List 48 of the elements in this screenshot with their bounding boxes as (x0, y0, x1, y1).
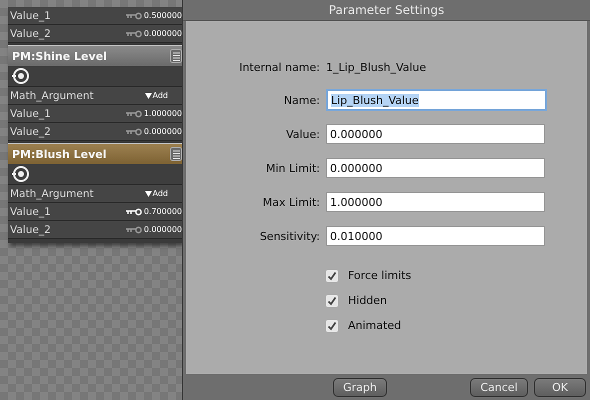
parameter-value[interactable]: 1.000000 (144, 109, 182, 118)
input-field[interactable]: 1.000000 (326, 192, 545, 212)
menu-icon[interactable] (170, 49, 182, 63)
caret-icon (144, 191, 152, 197)
dialog-button[interactable]: OK (534, 378, 586, 396)
field-label: Name: (282, 94, 321, 106)
field-label: Max Limit: (262, 196, 321, 208)
internal-name-value: 1_Lip_Blush_Value (326, 60, 426, 74)
target-icon[interactable] (11, 165, 29, 183)
operation-dropdown[interactable]: Add (144, 91, 168, 100)
caret-icon (144, 93, 152, 99)
parameter-value[interactable]: 0.000000 (144, 225, 182, 234)
parameter-label: Value_2 (10, 224, 52, 236)
node-header[interactable]: PM:Blush Level (8, 143, 182, 164)
operation-dropdown[interactable]: Add (144, 189, 168, 198)
target-icon[interactable] (11, 67, 29, 85)
parameter-label: Value_2 (10, 28, 52, 40)
field-label: Internal name: (238, 60, 321, 74)
parameter-label: Value_1 (10, 108, 52, 120)
parameter-value[interactable]: 0.000000 (144, 29, 182, 38)
parameter-label: Value_1 (10, 10, 52, 22)
parameter-value[interactable]: 0.500000 (144, 11, 182, 20)
node-title: PM:Blush Level (12, 148, 106, 160)
parameter-value[interactable]: 0.700000 (144, 207, 182, 216)
input-field[interactable]: Lip_Blush_Value (326, 89, 547, 111)
input-field[interactable]: 0.000000 (326, 124, 545, 144)
key-icon[interactable] (126, 208, 142, 216)
dialog-button[interactable]: Cancel (470, 378, 528, 396)
checkbox-label: Hidden (348, 294, 388, 307)
checkbox-label: Animated (348, 319, 402, 332)
input-field[interactable]: 0.010000 (326, 226, 545, 246)
node-title: PM:Shine Level (12, 50, 107, 62)
parameter-label: Math_Argument (10, 188, 95, 200)
parameter-label: Value_2 (10, 126, 52, 138)
checkbox[interactable] (326, 270, 338, 282)
field-label: Value: (285, 128, 321, 140)
field-label: Sensitivity: (258, 230, 321, 242)
node-header[interactable]: PM:Shine Level (8, 45, 182, 66)
field-label: Min Limit: (265, 162, 321, 174)
checkbox-label: Force limits (348, 269, 412, 282)
dialog-button[interactable]: Graph (333, 378, 387, 396)
input-field[interactable]: 0.000000 (326, 158, 545, 178)
parameter-label: Value_1 (10, 206, 52, 218)
parameter-label: Math_Argument (10, 90, 95, 102)
checkbox[interactable] (326, 320, 338, 332)
menu-icon[interactable] (170, 147, 182, 161)
parameter-value[interactable]: 0.000000 (144, 127, 182, 136)
checkbox[interactable] (326, 294, 338, 306)
